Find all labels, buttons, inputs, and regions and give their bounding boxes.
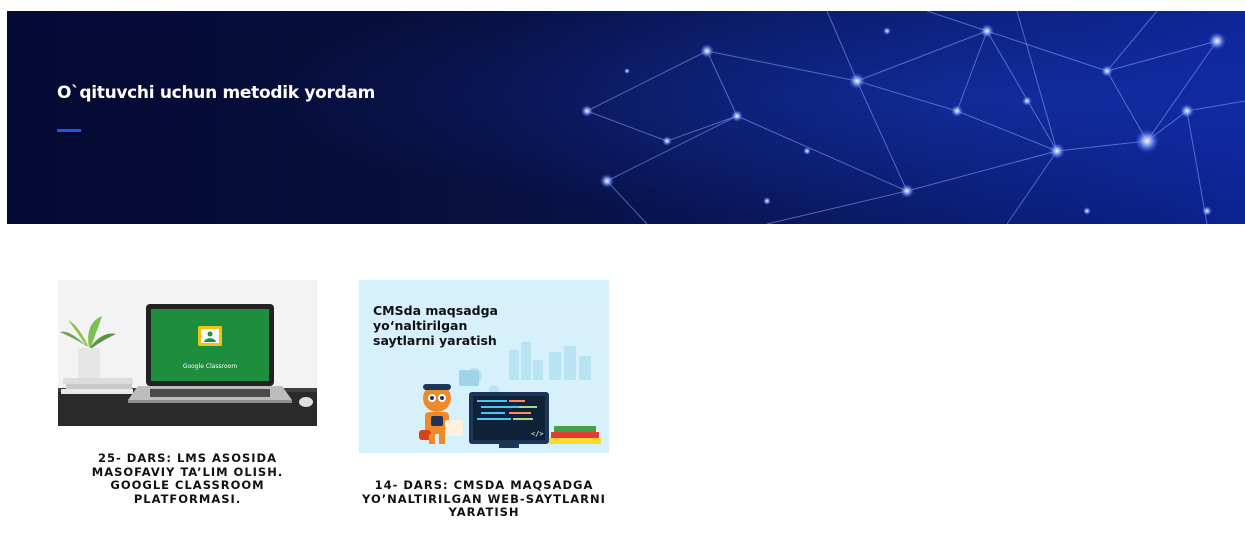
page: O`qituvchi uchun metodik yordam Google C… (0, 0, 1245, 554)
hero-banner: O`qituvchi uchun metodik yordam (7, 11, 1245, 224)
page-title: O`qituvchi uchun metodik yordam (57, 83, 376, 103)
lesson-title-link[interactable]: 25- DARS: LMS ASOSIDA MASOFAVIY TA’LIM O… (78, 451, 298, 506)
title-accent-bar (57, 129, 81, 132)
caption-line: yo‘naltirilgan (373, 318, 468, 333)
image-caption: CMSda maqsadga yo‘naltirilgan saytlarni … (373, 303, 543, 348)
screen-text: Google Classroom (183, 363, 238, 370)
lesson-card[interactable]: </> CMSda maqsadga yo‘naltirilgan saytla… (359, 280, 609, 520)
lesson-card[interactable]: Google Classroom 25- DARS: LMS ASOSIDA M… (58, 280, 317, 506)
lesson-thumbnail[interactable]: </> CMSda maqsadga yo‘naltirilgan saytla… (359, 280, 609, 453)
svg-text:</>: </> (531, 430, 544, 438)
network-background-image (7, 11, 1245, 224)
caption-line: saytlarni yaratish (373, 333, 497, 348)
lesson-thumbnail[interactable]: Google Classroom (58, 280, 317, 426)
laptop-classroom-image: Google Classroom (58, 280, 317, 426)
lesson-title-link[interactable]: 14- DARS: CMSDA MAQSADGA YO’NALTIRILGAN … (349, 478, 619, 520)
caption-line: CMSda maqsadga (373, 303, 498, 318)
